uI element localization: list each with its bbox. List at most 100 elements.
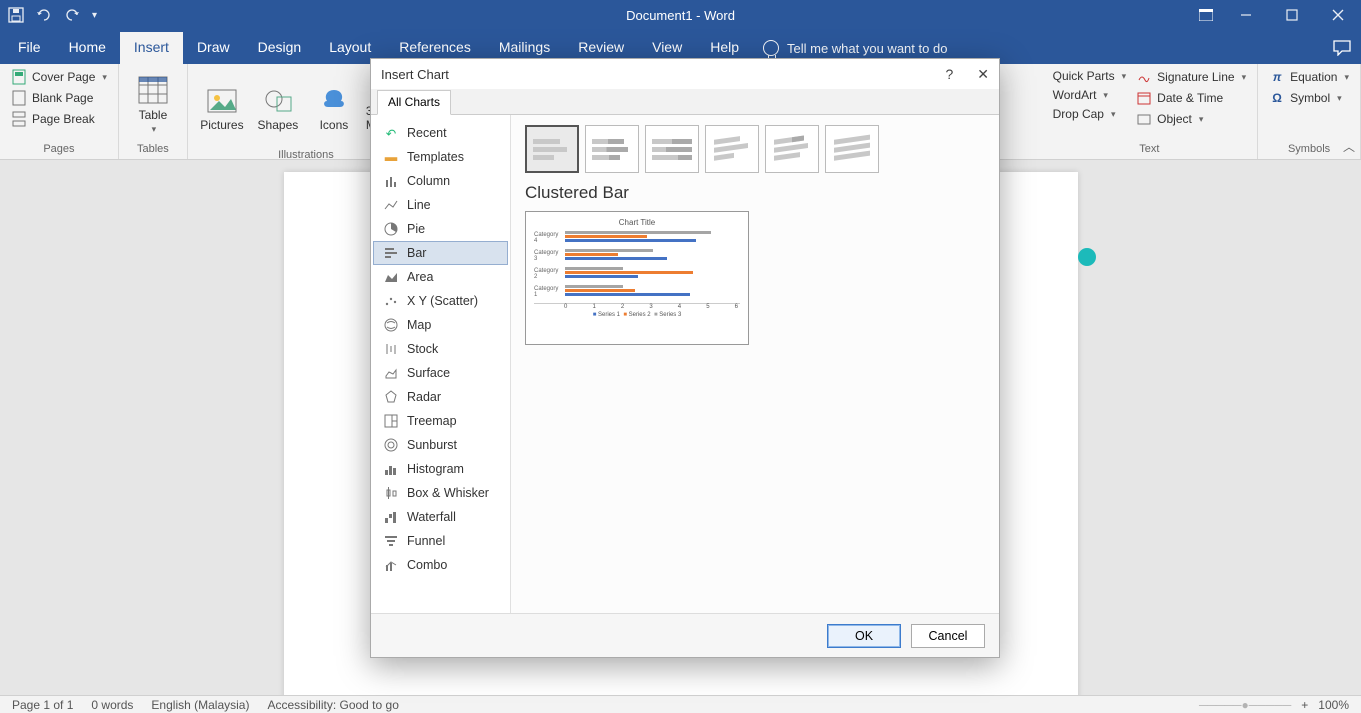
cat-recent[interactable]: ↶Recent: [373, 121, 508, 145]
table-icon: [137, 74, 169, 106]
cat-funnel[interactable]: Funnel: [373, 529, 508, 553]
cat-pie[interactable]: Pie: [373, 217, 508, 241]
dialog-footer: OK Cancel: [371, 613, 999, 657]
cat-xy[interactable]: X Y (Scatter): [373, 289, 508, 313]
treemap-chart-icon: [383, 413, 399, 429]
object-icon: [1136, 111, 1152, 127]
cat-stock[interactable]: Stock: [373, 337, 508, 361]
undo-icon[interactable]: [36, 8, 52, 22]
subtype-3d-stacked-bar[interactable]: [765, 125, 819, 173]
dialog-tabs: All Charts: [371, 89, 999, 115]
status-bar: Page 1 of 1 0 words English (Malaysia) A…: [0, 695, 1361, 713]
minimize-button[interactable]: [1223, 0, 1269, 30]
group-text: Quick Parts▾ WordArt▾ Drop Cap▾ Signatur…: [1042, 64, 1258, 159]
combo-chart-icon: [383, 557, 399, 573]
cat-surface[interactable]: Surface: [373, 361, 508, 385]
shapes-icon: [262, 84, 294, 116]
cat-treemap[interactable]: Treemap: [373, 409, 508, 433]
wordart-button[interactable]: WordArt▾: [1050, 87, 1130, 103]
subtype-3d-clustered-bar[interactable]: [705, 125, 759, 173]
bar-chart-icon: [383, 245, 399, 261]
redo-icon[interactable]: [64, 8, 80, 22]
chevron-down-icon: ▾: [1344, 72, 1349, 83]
cat-column[interactable]: Column: [373, 169, 508, 193]
symbol-button[interactable]: ΩSymbol▾: [1266, 89, 1352, 107]
icons-button[interactable]: Icons: [308, 68, 360, 147]
equation-button[interactable]: πEquation▾: [1266, 68, 1352, 86]
page-break-button[interactable]: Page Break: [8, 110, 110, 128]
collapse-ribbon-icon[interactable]: ︿: [1343, 138, 1355, 155]
cat-radar[interactable]: Radar: [373, 385, 508, 409]
subtype-name: Clustered Bar: [525, 183, 985, 203]
cat-box[interactable]: Box & Whisker: [373, 481, 508, 505]
status-accessibility[interactable]: Accessibility: Good to go: [267, 698, 398, 712]
drop-cap-button[interactable]: Drop Cap▾: [1050, 106, 1130, 122]
cat-map[interactable]: Map: [373, 313, 508, 337]
status-words[interactable]: 0 words: [91, 698, 133, 712]
funnel-chart-icon: [383, 533, 399, 549]
blank-page-icon: [11, 90, 27, 106]
chart-preview[interactable]: Chart Title Category 4Category 3Category…: [525, 211, 749, 345]
tab-design[interactable]: Design: [244, 32, 316, 64]
chevron-down-icon: ▾: [102, 72, 107, 83]
date-time-button[interactable]: Date & Time: [1133, 89, 1249, 107]
line-chart-icon: [383, 197, 399, 213]
signature-line-button[interactable]: Signature Line▾: [1133, 68, 1249, 86]
qat-customize-icon[interactable]: ▾: [92, 10, 97, 21]
cat-waterfall[interactable]: Waterfall: [373, 505, 508, 529]
cancel-button[interactable]: Cancel: [911, 624, 985, 648]
chart-subtype-panel: Clustered Bar Chart Title Category 4Cate…: [511, 115, 999, 613]
shapes-button[interactable]: Shapes: [252, 68, 304, 147]
tab-draw[interactable]: Draw: [183, 32, 244, 64]
signature-icon: [1136, 69, 1152, 85]
cover-page-icon: [11, 69, 27, 85]
close-icon[interactable]: ✕: [977, 66, 989, 83]
group-pages: Cover Page▾ Blank Page Page Break Pages: [0, 64, 119, 159]
help-icon[interactable]: ?: [945, 66, 953, 83]
subtype-stacked-bar[interactable]: [585, 125, 639, 173]
close-button[interactable]: [1315, 0, 1361, 30]
map-chart-icon: [383, 317, 399, 333]
cat-line[interactable]: Line: [373, 193, 508, 217]
cover-page-button[interactable]: Cover Page▾: [8, 68, 110, 86]
save-icon[interactable]: [8, 7, 24, 23]
tab-home[interactable]: Home: [55, 32, 120, 64]
subtype-100-stacked-bar[interactable]: [645, 125, 699, 173]
subtype-clustered-bar[interactable]: [525, 125, 579, 173]
dialog-titlebar: Insert Chart ? ✕: [371, 59, 999, 89]
object-button[interactable]: Object▾: [1133, 110, 1249, 128]
tab-all-charts[interactable]: All Charts: [377, 90, 451, 115]
chevron-down-icon: ▾: [152, 124, 157, 135]
document-title: Document1 - Word: [626, 8, 735, 23]
quick-parts-button[interactable]: Quick Parts▾: [1050, 68, 1130, 84]
pictures-button[interactable]: Pictures: [196, 68, 248, 147]
cat-combo[interactable]: Combo: [373, 553, 508, 577]
title-bar: ▾ Document1 - Word: [0, 0, 1361, 30]
status-language[interactable]: English (Malaysia): [151, 698, 249, 712]
maximize-button[interactable]: [1269, 0, 1315, 30]
cat-histogram[interactable]: Histogram: [373, 457, 508, 481]
cat-templates[interactable]: ▬Templates: [373, 145, 508, 169]
waterfall-chart-icon: [383, 509, 399, 525]
chevron-down-icon: ▾: [1103, 90, 1108, 101]
cat-bar[interactable]: Bar: [373, 241, 508, 265]
area-chart-icon: [383, 269, 399, 285]
surface-chart-icon: [383, 365, 399, 381]
status-zoom[interactable]: 100%: [1318, 698, 1349, 712]
subtype-3d-100-stacked-bar[interactable]: [825, 125, 879, 173]
scatter-chart-icon: [383, 293, 399, 309]
ribbon-display-options-icon[interactable]: [1189, 0, 1223, 30]
table-button[interactable]: Table▾: [127, 68, 179, 141]
pictures-icon: [206, 84, 238, 116]
chevron-down-icon: ▾: [1111, 109, 1116, 120]
cat-sunburst[interactable]: Sunburst: [373, 433, 508, 457]
cat-area[interactable]: Area: [373, 265, 508, 289]
column-chart-icon: [383, 173, 399, 189]
tab-insert[interactable]: Insert: [120, 32, 183, 64]
tab-file[interactable]: File: [4, 32, 55, 64]
ok-button[interactable]: OK: [827, 624, 901, 648]
status-page[interactable]: Page 1 of 1: [12, 698, 73, 712]
icons-icon: [318, 84, 350, 116]
blank-page-button[interactable]: Blank Page: [8, 89, 110, 107]
comments-icon[interactable]: [1333, 40, 1351, 56]
